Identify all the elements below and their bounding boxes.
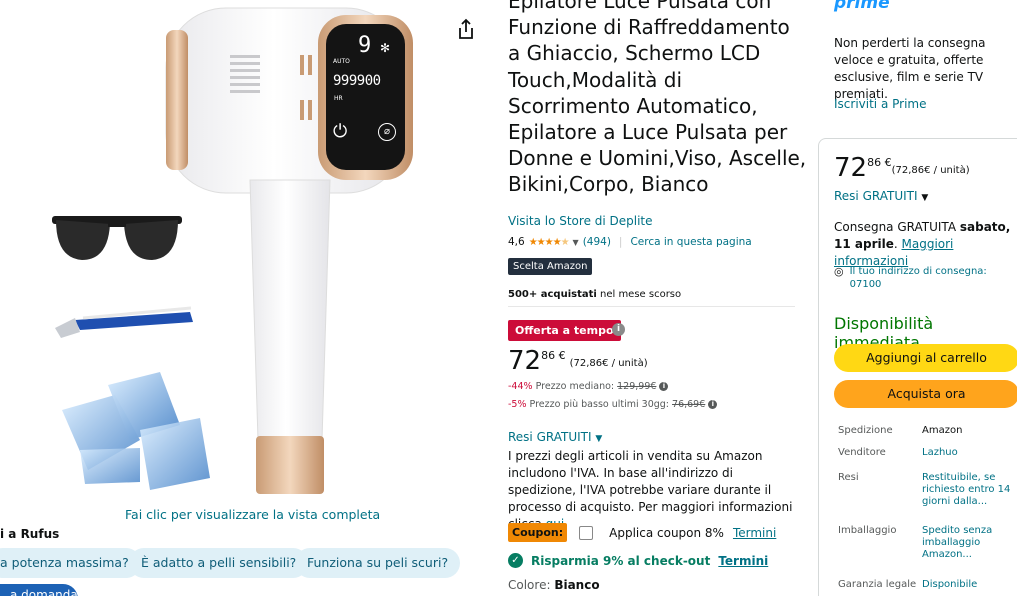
add-to-cart-button[interactable]: Aggiungi al carrello xyxy=(834,344,1017,372)
price-fraction: 86 € xyxy=(867,156,892,169)
delivery-address-label: Il tuo indirizzo di consegna: xyxy=(849,266,987,277)
separator: | xyxy=(618,236,623,248)
info-icon[interactable]: i xyxy=(612,323,625,336)
returns-policy-link[interactable]: Restituibile, se richiesto entro 14 gior… xyxy=(922,472,1017,508)
store-link[interactable]: Visita lo Store di Deplite xyxy=(508,214,653,228)
delivery-address[interactable]: ◎ Il tuo indirizzo di consegna: 07100 xyxy=(834,265,987,291)
bought-count-bold: 500+ acquistati xyxy=(508,289,597,300)
coupon-row: Coupon: Applica coupon 8% Termini xyxy=(508,523,776,542)
mode-icon: ⌀ xyxy=(378,123,396,141)
color-value: Bianco xyxy=(554,578,600,592)
product-image-gallery[interactable]: 9 ✻ AUTO 999900 HR ⏻ ⌀ xyxy=(0,0,470,530)
snowflake-icon: ✻ xyxy=(380,41,391,55)
delivery-info: Consegna GRATUITA sabato, 11 aprile. Mag… xyxy=(834,220,1011,268)
search-in-page-link[interactable]: Cerca in questa pagina xyxy=(630,236,751,248)
buybox-price: 72 86 € (72,86€ / unità) xyxy=(834,153,970,183)
rufus-chip-dark-hair[interactable]: Funziona su peli scuri? xyxy=(295,548,461,578)
seller-link[interactable]: Lazhuo xyxy=(922,447,1017,459)
coupon-terms-link[interactable]: Termini xyxy=(733,526,776,540)
free-returns-link[interactable]: Resi GRATUITI ▼ xyxy=(508,430,602,444)
rufus-chip-sensitive-skin[interactable]: È adatto a pelli sensibili? xyxy=(129,548,309,578)
coupon-label: Applica coupon 8% xyxy=(609,525,724,540)
star-rating-icon[interactable]: ★★★★★ xyxy=(529,237,570,248)
prime-signup-link[interactable]: Iscriviti a Prime xyxy=(834,97,926,111)
info-key: Spedizione xyxy=(838,425,893,436)
rating-value: 4,6 xyxy=(508,236,525,248)
device-auto-label: AUTO xyxy=(333,58,350,65)
lowest-discount: -5% xyxy=(508,399,527,410)
color-selection: Colore: Bianco xyxy=(508,578,600,592)
packaging-link[interactable]: Spedito senza imballaggio Amazon... xyxy=(922,525,1017,561)
bought-count-rest: nel mese scorso xyxy=(596,289,682,300)
rufus-chip-power[interactable]: a potenza massima? xyxy=(0,548,141,578)
free-returns-label: Resi GRATUITI xyxy=(508,430,592,444)
check-circle-icon: ✓ xyxy=(508,553,523,568)
divider xyxy=(508,306,795,307)
price-whole: 72 xyxy=(508,346,542,376)
device-counter: 999900 xyxy=(333,73,381,89)
coupon-checkbox[interactable] xyxy=(579,525,594,540)
product-price: 72 86 € (72,86€ / unità) xyxy=(508,346,648,376)
free-returns-label: Resi GRATUITI xyxy=(834,189,918,203)
bought-count: 500+ acquistati nel mese scorso xyxy=(508,289,681,300)
rating-row: 4,6 ★★★★★ ▼ (494) | Cerca in questa pagi… xyxy=(508,236,752,248)
delivery-address-zip: 07100 xyxy=(849,279,882,290)
product-title: Epilatore Luce Pulsata con Funzione di R… xyxy=(508,0,807,197)
deal-badge: Offerta a tempo xyxy=(508,320,621,341)
info-key: Venditore xyxy=(838,447,886,458)
median-price-line: -44% Prezzo mediano: 129,99€ i xyxy=(508,381,669,392)
lowest-label: Prezzo più basso ultimi 30gg: xyxy=(526,399,673,410)
power-icon: ⏻ xyxy=(333,121,348,142)
info-value: Amazon xyxy=(922,425,963,436)
checkout-saving-label: Risparmia 9% al check-out xyxy=(531,553,711,568)
share-icon[interactable] xyxy=(457,18,475,40)
lowest-price-line: -5% Prezzo più basso ultimi 30gg: 76,69€… xyxy=(508,399,718,410)
review-count-link[interactable]: (494) xyxy=(583,236,611,248)
buy-now-button[interactable]: Acquista ora xyxy=(834,380,1017,408)
view-full-image-link[interactable]: Fai clic per visualizzare la vista compl… xyxy=(125,507,380,522)
coupon-badge: Coupon: xyxy=(508,523,568,542)
median-discount: -44% xyxy=(508,381,533,392)
chevron-down-icon: ▼ xyxy=(921,193,929,203)
amazon-choice-badge: Scelta Amazon xyxy=(508,258,593,275)
info-icon[interactable]: i xyxy=(659,382,669,391)
median-price: 129,99€ xyxy=(617,381,657,392)
info-row-warranty: Garanzia legale Disponibile xyxy=(838,579,1017,591)
price-per-unit: (72,86€ / unità) xyxy=(891,165,970,176)
info-row-seller: Venditore Lazhuo xyxy=(838,447,1017,459)
product-image xyxy=(52,7,413,494)
delivery-prefix: Consegna GRATUITA xyxy=(834,220,960,234)
prime-logo: prime xyxy=(834,0,890,13)
buybox-free-returns-link[interactable]: Resi GRATUITI ▼ xyxy=(834,189,928,203)
vat-notice: I prezzi degli articoli in vendita su Am… xyxy=(508,448,800,533)
chevron-down-icon: ▼ xyxy=(595,434,603,444)
info-key: Imballaggio xyxy=(838,525,897,536)
color-label: Colore: xyxy=(508,578,555,592)
chevron-down-icon[interactable]: ▼ xyxy=(573,238,579,247)
median-label: Prezzo mediano: xyxy=(532,381,618,392)
info-key: Resi xyxy=(838,472,859,483)
prime-promo-text: Non perderti la consegna veloce e gratui… xyxy=(834,36,986,101)
location-pin-icon: ◎ xyxy=(834,265,844,278)
info-row-shipping: Spedizione Amazon xyxy=(838,425,1017,437)
info-key: Garanzia legale xyxy=(838,579,917,590)
checkout-saving-terms-link[interactable]: Termini xyxy=(718,554,768,568)
rufus-ask-button[interactable]: a domanda xyxy=(0,584,78,596)
price-per-unit: (72,86€ / unità) xyxy=(569,358,648,369)
device-hr-label: HR xyxy=(334,95,343,102)
lowest-price: 76,69€ xyxy=(672,399,706,410)
info-icon[interactable]: i xyxy=(708,400,718,409)
info-row-returns: Resi Restituibile, se richiesto entro 14… xyxy=(838,472,1017,508)
delivery-address-text: Il tuo indirizzo di consegna: 07100 xyxy=(850,265,987,291)
price-whole: 72 xyxy=(834,153,868,183)
rufus-title: i a Rufus xyxy=(0,527,60,541)
price-fraction: 86 € xyxy=(541,349,566,362)
device-screen-value: 9 xyxy=(358,33,372,58)
warranty-link[interactable]: Disponibile xyxy=(922,579,1017,591)
info-row-packaging: Imballaggio Spedito senza imballaggio Am… xyxy=(838,525,1017,561)
checkout-saving-row: ✓ Risparmia 9% al check-out Termini xyxy=(508,553,768,568)
